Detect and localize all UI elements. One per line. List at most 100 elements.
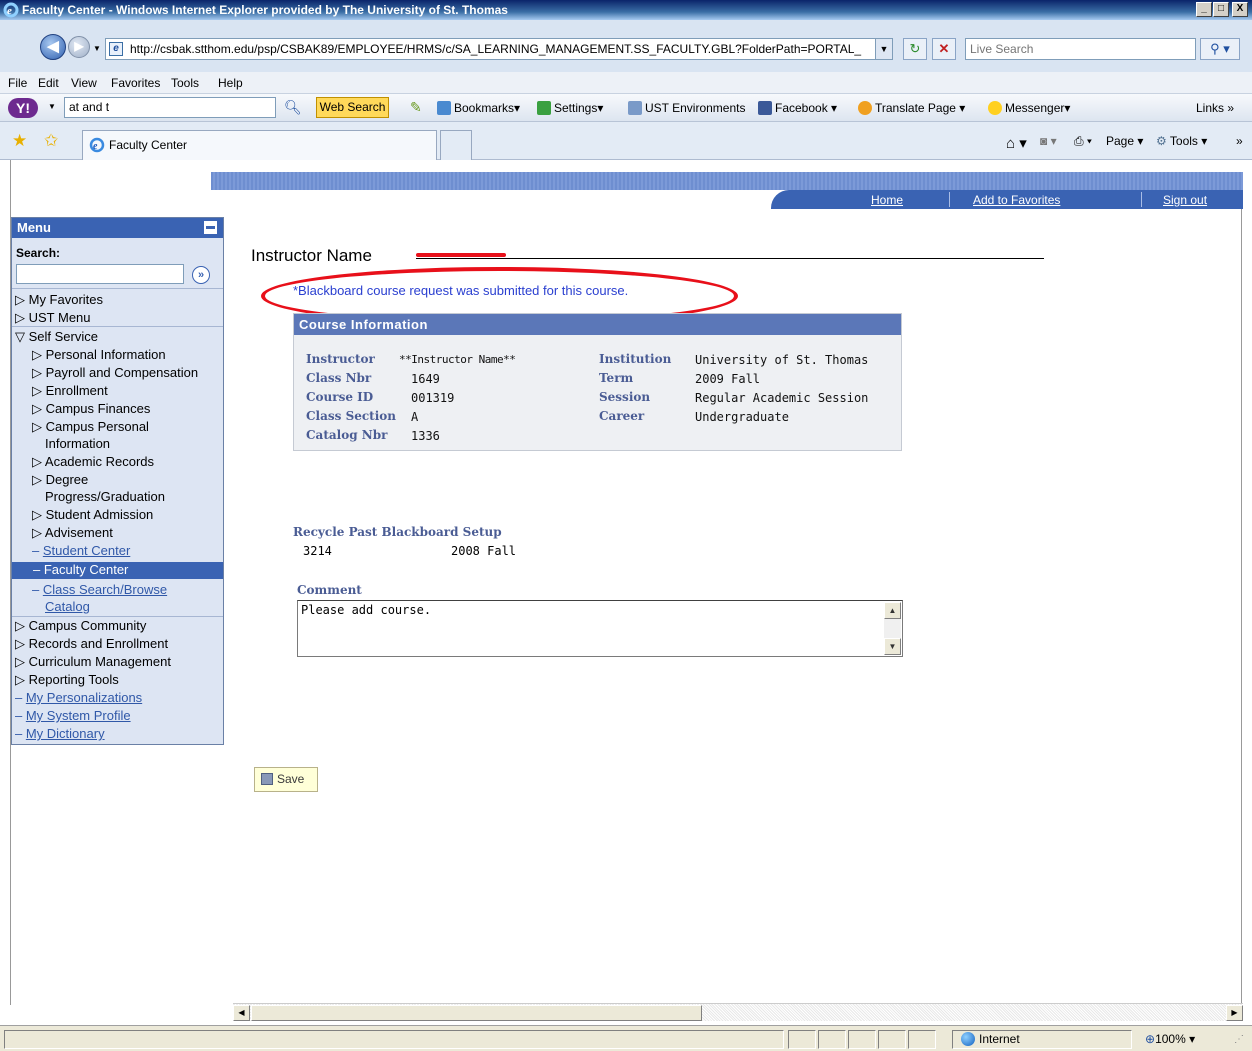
- menu-item-my-favorites[interactable]: ▷ My Favorites: [15, 292, 103, 307]
- menu-item-campus-finances[interactable]: ▷ Campus Finances: [32, 401, 150, 416]
- address-bar[interactable]: e http://csbak.stthom.edu/psp/CSBAK89/EM…: [105, 38, 893, 60]
- settings-menu[interactable]: Settings▾: [537, 101, 603, 115]
- address-dropdown-icon[interactable]: ▼: [875, 39, 892, 59]
- menu-item-my-system-profile[interactable]: – My System Profile: [15, 708, 131, 723]
- links-button[interactable]: Links »: [1196, 101, 1234, 115]
- menu-item-my-dictionary[interactable]: – My Dictionary: [15, 726, 105, 741]
- scrollbar-thumb[interactable]: [251, 1005, 702, 1021]
- bookmarks-menu[interactable]: Bookmarks▾: [437, 101, 520, 115]
- magnifier-icon[interactable]: 🔍︎: [284, 99, 302, 116]
- horizontal-scrollbar[interactable]: ◀ ▶: [233, 1003, 1243, 1021]
- page-menu[interactable]: Page ▾: [1106, 134, 1143, 148]
- maximize-button[interactable]: □: [1213, 2, 1229, 17]
- ust-environments-button[interactable]: UST Environments: [628, 101, 745, 115]
- globe-icon: [961, 1032, 975, 1046]
- menu-divider: [12, 616, 223, 617]
- menu-item-personal-information[interactable]: ▷ Personal Information: [32, 347, 166, 362]
- resize-grip-icon[interactable]: ⋰: [1234, 1034, 1244, 1045]
- sign-out-link[interactable]: Sign out: [1163, 193, 1207, 207]
- home-icon[interactable]: ⌂ ▾: [1006, 134, 1027, 152]
- highlighter-icon[interactable]: ✎: [410, 99, 422, 116]
- menu-divider: [12, 288, 223, 289]
- menu-item-campus-personal[interactable]: ▷ Campus Personal: [32, 419, 149, 434]
- menu-edit[interactable]: Edit: [38, 76, 59, 90]
- menu-item-campus-personal-cont[interactable]: Information: [45, 436, 110, 451]
- back-button[interactable]: ◀: [40, 34, 66, 60]
- home-link[interactable]: Home: [871, 193, 903, 207]
- scroll-left-icon[interactable]: ◀: [233, 1005, 250, 1021]
- menu-help[interactable]: Help: [218, 76, 243, 90]
- security-zone[interactable]: Internet: [957, 1030, 1024, 1049]
- yahoo-dropdown-icon[interactable]: ▼: [48, 102, 56, 111]
- menu-item-records-enrollment[interactable]: ▷ Records and Enrollment: [15, 636, 168, 651]
- history-dropdown-icon[interactable]: ▼: [93, 44, 101, 53]
- menu-item-academic-records[interactable]: ▷ Academic Records: [32, 454, 154, 469]
- menu-view[interactable]: View: [71, 76, 97, 90]
- stop-button[interactable]: ✕: [932, 38, 956, 60]
- menu-tools[interactable]: Tools: [171, 76, 199, 90]
- menu-item-student-center[interactable]: – Student Center: [32, 543, 130, 558]
- recycle-setup-label: Recycle Past Blackboard Setup: [293, 525, 502, 539]
- feeds-icon[interactable]: ◙ ▾: [1040, 134, 1057, 148]
- menu-search-go-icon[interactable]: »: [192, 266, 210, 284]
- menu-item-reporting-tools[interactable]: ▷ Reporting Tools: [15, 672, 119, 687]
- menu-search-input[interactable]: [16, 264, 184, 284]
- more-commands-icon[interactable]: »: [1236, 134, 1243, 148]
- menu-item-class-search-cont[interactable]: Catalog: [45, 599, 90, 614]
- scroll-right-icon[interactable]: ▶: [1226, 1005, 1243, 1021]
- add-favorites-icon[interactable]: ✩: [44, 131, 58, 151]
- scroll-up-icon[interactable]: ▲: [884, 602, 901, 619]
- term-value: 2009 Fall: [695, 372, 761, 386]
- menu-item-degree-cont[interactable]: Progress/Graduation: [45, 489, 165, 504]
- facebook-icon: [758, 101, 772, 115]
- facebook-menu[interactable]: Facebook ▾: [758, 101, 837, 115]
- refresh-button[interactable]: ↻: [903, 38, 927, 60]
- menu-item-payroll[interactable]: ▷ Payroll and Compensation: [32, 365, 198, 380]
- translate-page-menu[interactable]: Translate Page ▾: [858, 101, 965, 115]
- print-icon[interactable]: ⎙ ▾: [1074, 134, 1092, 149]
- menu-item-student-admission[interactable]: ▷ Student Admission: [32, 507, 153, 522]
- yahoo-search-input[interactable]: at and t: [64, 97, 276, 118]
- session-value: Regular Academic Session: [695, 391, 869, 405]
- messenger-smiley-icon: [988, 101, 1002, 115]
- messenger-menu[interactable]: Messenger▾: [988, 101, 1070, 115]
- comment-scrollbar[interactable]: ▲ ▼: [884, 602, 901, 655]
- close-button[interactable]: X: [1232, 2, 1248, 17]
- settings-icon: [537, 101, 551, 115]
- tools-menu[interactable]: ⚙ Tools ▾: [1156, 134, 1207, 148]
- menu-item-my-personalizations[interactable]: – My Personalizations: [15, 690, 142, 705]
- menu-item-faculty-center[interactable]: – Faculty Center: [12, 562, 223, 579]
- menu-item-ust-menu[interactable]: ▷ UST Menu: [15, 310, 91, 325]
- menu-divider: [12, 326, 223, 327]
- new-tab-button[interactable]: [440, 130, 472, 160]
- career-label: Career: [599, 409, 645, 423]
- menu-item-curriculum[interactable]: ▷ Curriculum Management: [15, 654, 171, 669]
- minimize-button[interactable]: _: [1196, 2, 1212, 17]
- menu-item-degree[interactable]: ▷ Degree: [32, 472, 88, 487]
- favorites-star-icon[interactable]: ★: [12, 131, 27, 151]
- collapse-menu-icon[interactable]: [204, 221, 217, 234]
- comment-textarea[interactable]: Please add course.: [297, 600, 903, 657]
- window-title-bar[interactable]: e Faculty Center - Windows Internet Expl…: [0, 0, 1252, 20]
- menu-item-enrollment[interactable]: ▷ Enrollment: [32, 383, 108, 398]
- menu-item-class-search[interactable]: – Class Search/Browse: [32, 582, 167, 597]
- menu-item-campus-community[interactable]: ▷ Campus Community: [15, 618, 146, 633]
- add-to-favorites-link[interactable]: Add to Favorites: [973, 193, 1060, 207]
- menu-item-self-service[interactable]: ▽ Self Service: [15, 329, 98, 344]
- web-search-button[interactable]: Web Search: [316, 97, 389, 118]
- zoom-level[interactable]: ⊕100% ▾: [1145, 1032, 1195, 1046]
- instructor-name-underline: [416, 258, 1044, 259]
- live-search-input[interactable]: [965, 38, 1196, 60]
- ie-logo-icon: e: [3, 2, 19, 18]
- menu-item-advisement[interactable]: ▷ Advisement: [32, 525, 113, 540]
- menu-favorites[interactable]: Favorites: [111, 76, 160, 90]
- tab-faculty-center[interactable]: e Faculty Center: [82, 130, 437, 160]
- yahoo-logo-icon[interactable]: Y!: [8, 98, 38, 118]
- scroll-down-icon[interactable]: ▼: [884, 638, 901, 655]
- menu-header: Menu: [12, 218, 223, 238]
- save-button[interactable]: Save: [254, 767, 318, 792]
- session-label: Session: [599, 390, 651, 404]
- forward-button[interactable]: ▶: [68, 36, 90, 58]
- search-go-button[interactable]: ⚲ ▾: [1200, 38, 1240, 60]
- menu-file[interactable]: File: [8, 76, 27, 90]
